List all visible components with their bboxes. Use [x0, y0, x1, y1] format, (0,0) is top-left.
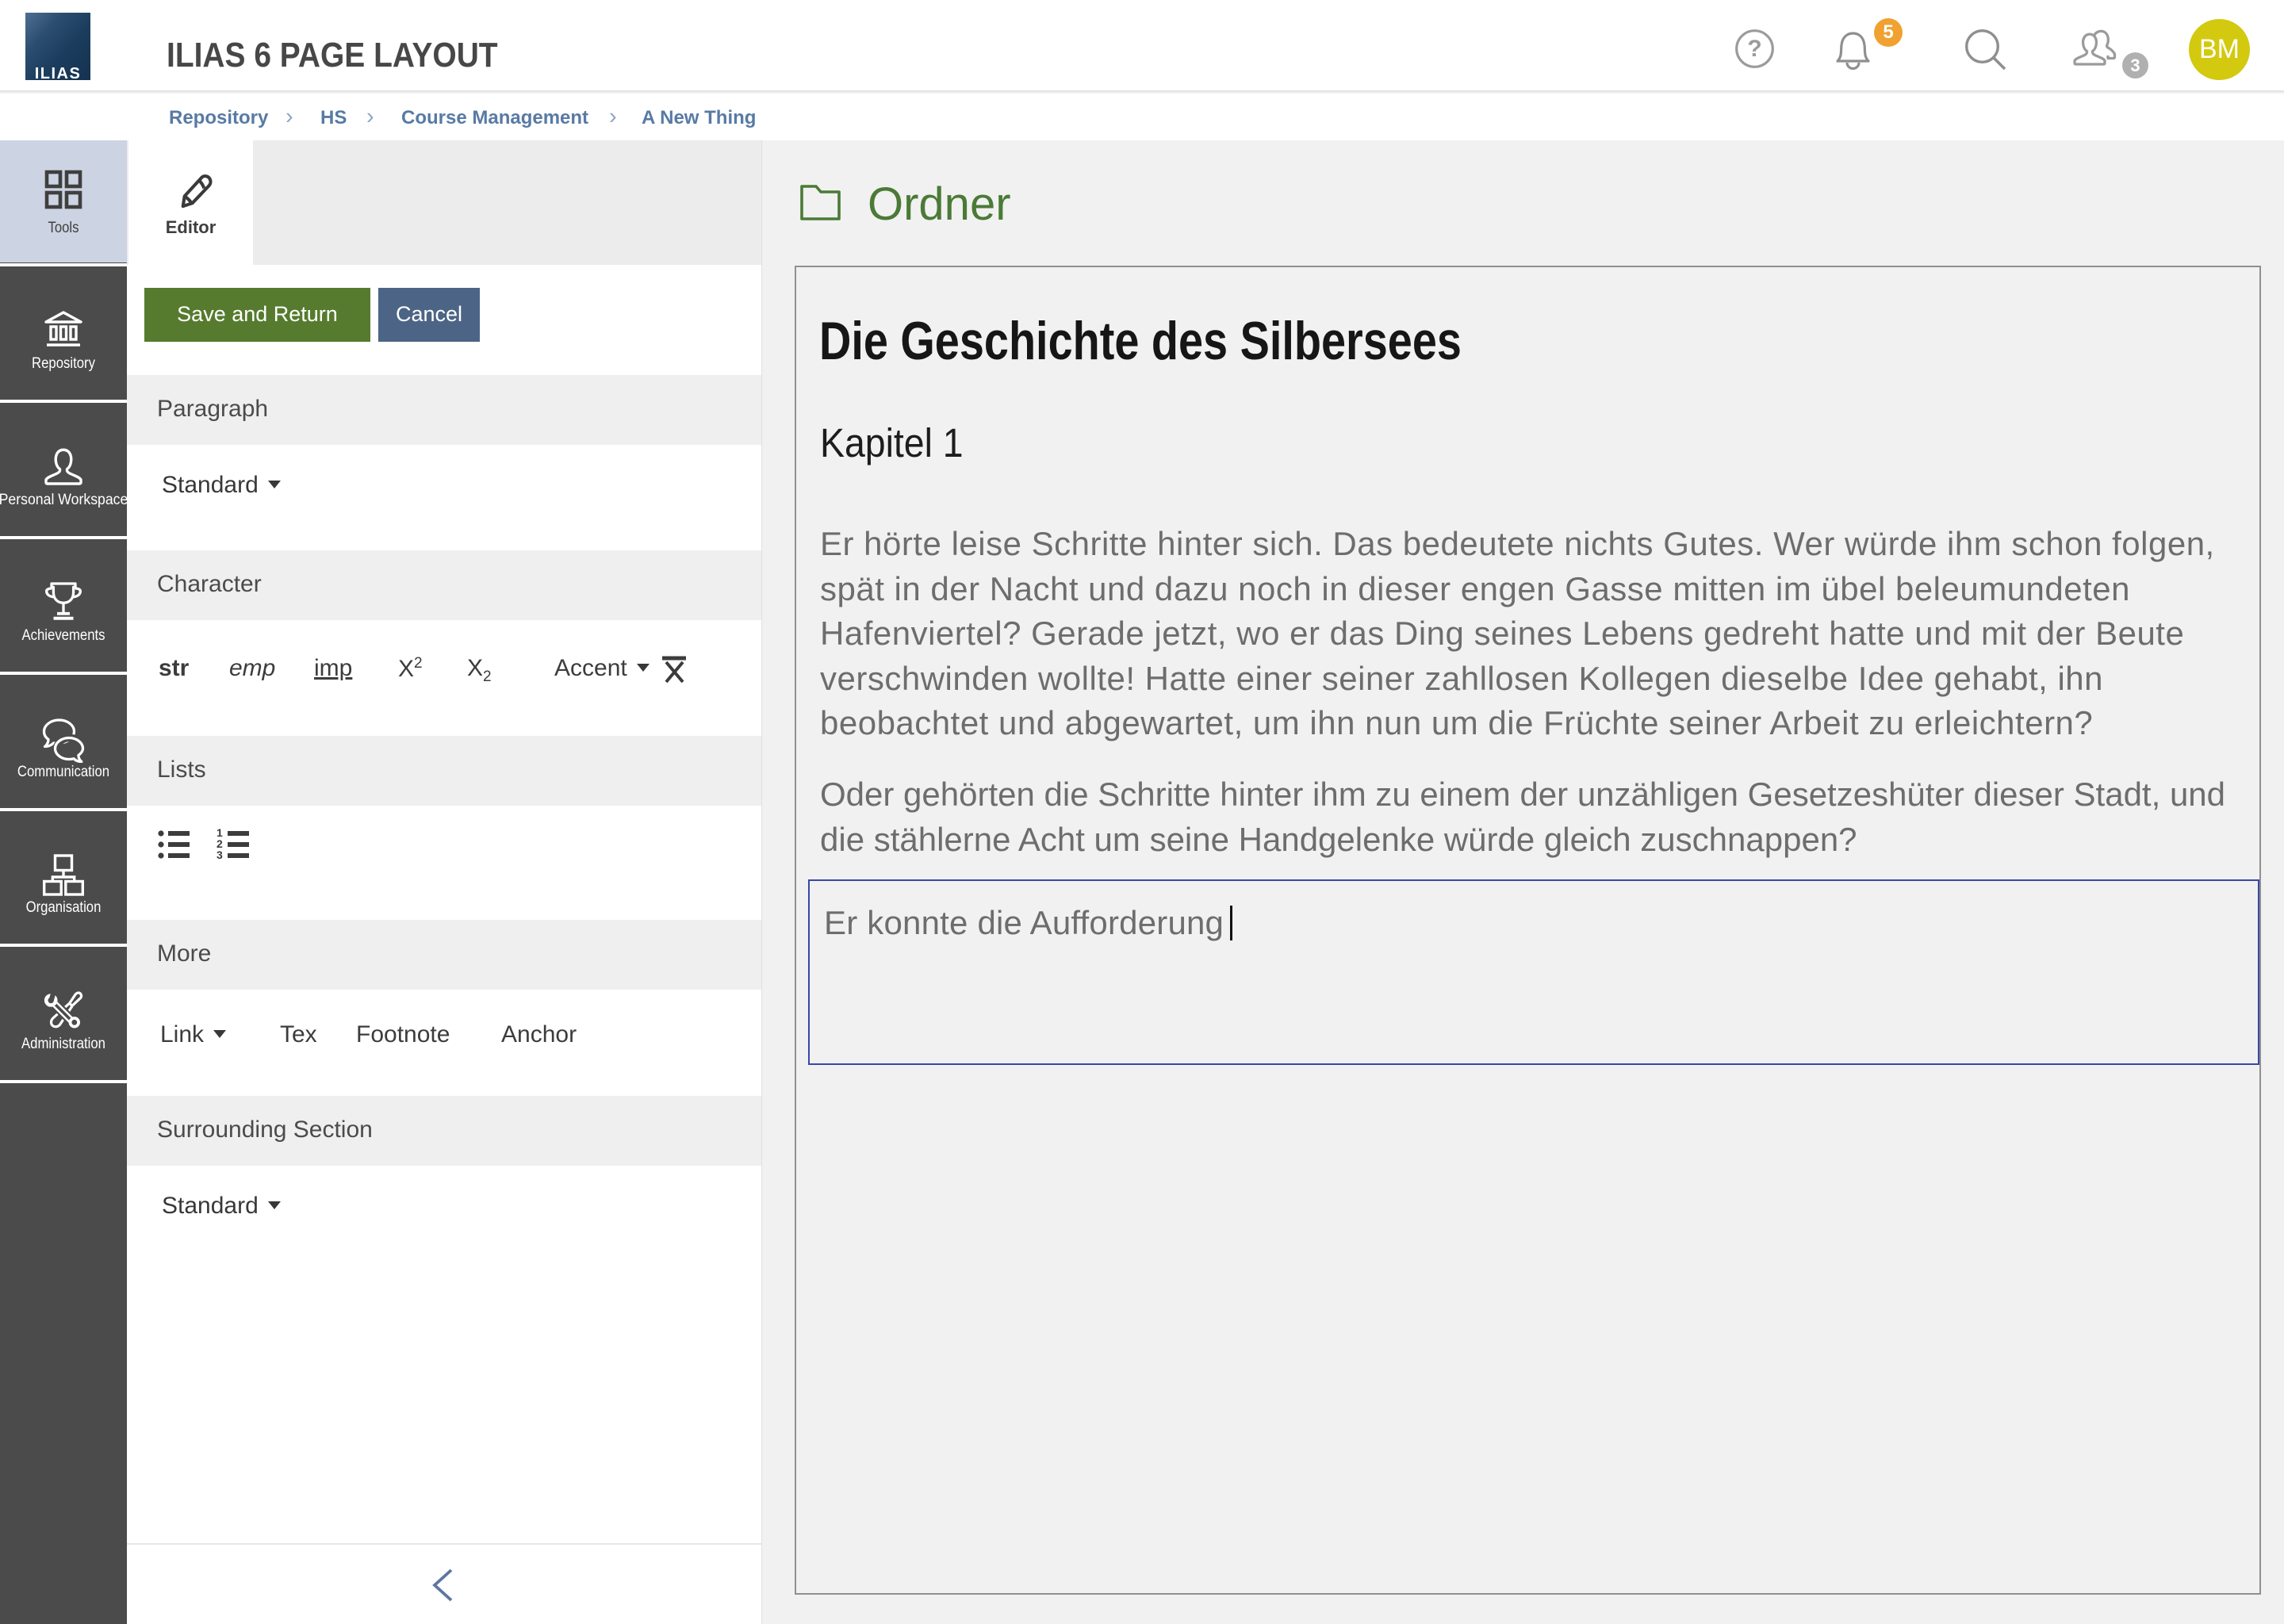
svg-text:3: 3	[217, 848, 223, 860]
svg-text:?: ?	[1747, 36, 1761, 62]
